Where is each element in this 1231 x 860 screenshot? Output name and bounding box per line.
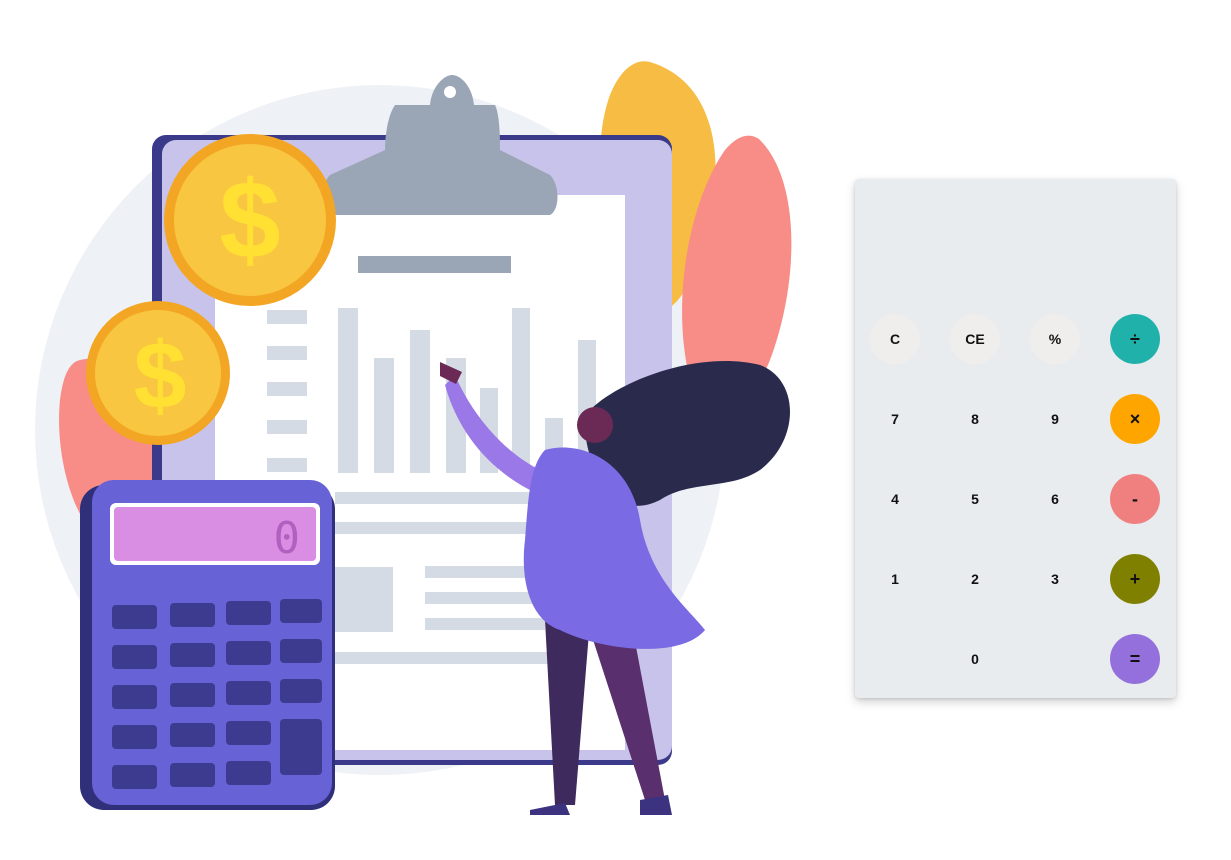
divide-button[interactable]: ÷ (1110, 314, 1160, 364)
digit-5-button[interactable]: 5 (950, 474, 1000, 524)
clear-entry-button[interactable]: CE (950, 314, 1000, 364)
coin-large: $ (164, 134, 336, 306)
subtract-button[interactable]: - (1110, 474, 1160, 524)
digit-1-button[interactable]: 1 (870, 554, 920, 604)
calculator-display (871, 199, 1160, 299)
add-button[interactable]: + (1110, 554, 1160, 604)
illustration-calculator: 0 (80, 480, 335, 810)
equals-button[interactable]: = (1110, 634, 1160, 684)
svg-text:$: $ (219, 159, 280, 282)
digit-9-button[interactable]: 9 (1030, 394, 1080, 444)
digit-2-button[interactable]: 2 (950, 554, 1000, 604)
coin-small: $ (86, 301, 230, 445)
page: $ $ 0 C CE % ÷ 7 8 9 × 4 5 6 - 1 2 3 + 0… (0, 0, 1231, 860)
digit-3-button[interactable]: 3 (1030, 554, 1080, 604)
finance-illustration: $ $ 0 (35, 61, 792, 815)
digit-7-button[interactable]: 7 (870, 394, 920, 444)
multiply-button[interactable]: × (1110, 394, 1160, 444)
calculator: C CE % ÷ 7 8 9 × 4 5 6 - 1 2 3 + 0 = (855, 179, 1176, 698)
digit-4-button[interactable]: 4 (870, 474, 920, 524)
digit-6-button[interactable]: 6 (1030, 474, 1080, 524)
digit-0-button[interactable]: 0 (950, 634, 1000, 684)
percent-button[interactable]: % (1030, 314, 1080, 364)
clear-button[interactable]: C (870, 314, 920, 364)
svg-text:0: 0 (274, 513, 301, 564)
svg-text:$: $ (134, 323, 187, 429)
digit-8-button[interactable]: 8 (950, 394, 1000, 444)
